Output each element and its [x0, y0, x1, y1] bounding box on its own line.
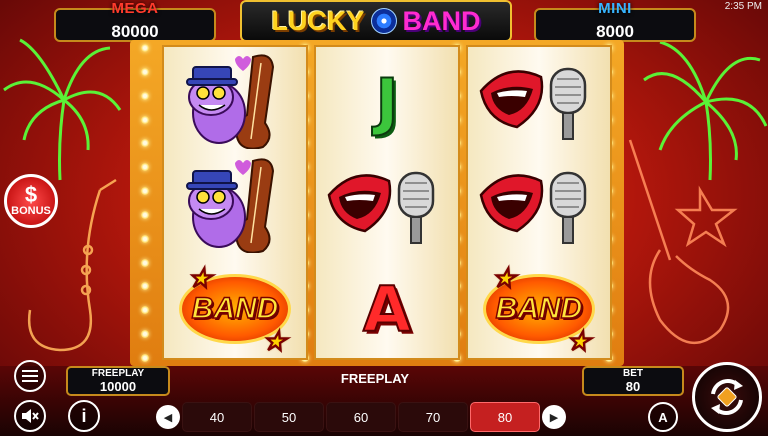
- star-icon: ★: [566, 325, 591, 357]
- mini-jackpot-panel: MINI 8000: [534, 0, 696, 42]
- hamburger-icon: [22, 370, 38, 382]
- frog-bassist-symbol: [164, 49, 306, 153]
- mega-jackpot-value: 80000: [111, 22, 159, 41]
- j-letter: J: [374, 64, 399, 139]
- vinyl-disc-icon: [370, 8, 397, 34]
- info-button[interactable]: i: [68, 400, 100, 432]
- band-symbol: ★ BAND ★: [468, 257, 610, 361]
- sound-toggle-button[interactable]: [14, 400, 46, 432]
- reel-1: ★ BAND ★: [162, 45, 308, 360]
- logo-word-band: BAND: [402, 5, 481, 36]
- lips-microphone-symbol: [316, 153, 458, 257]
- spin-button[interactable]: [692, 362, 762, 432]
- menu-button[interactable]: [14, 360, 46, 392]
- bet-option[interactable]: 50: [254, 402, 324, 432]
- bet-option[interactable]: 40: [182, 402, 252, 432]
- speaker-muted-icon: [22, 409, 39, 423]
- band-badge: ★ BAND ★: [483, 262, 595, 357]
- bonus-label: BONUS: [11, 205, 51, 217]
- bet-decrease-button[interactable]: ◀: [156, 405, 180, 429]
- lips-microphone-symbol: [468, 153, 610, 257]
- bulb-strip-left: [140, 44, 150, 362]
- freeplay-balance-box: FREEPLAY 10000: [66, 366, 170, 396]
- bet-increase-button[interactable]: ▶: [542, 405, 566, 429]
- frog-bassist-symbol: [164, 153, 306, 257]
- lips-microphone-symbol: [468, 49, 610, 153]
- reel-3: ★ BAND ★: [466, 45, 612, 360]
- frog-bassist-icon: [186, 158, 275, 253]
- info-icon: i: [81, 405, 87, 426]
- triangle-right-icon: ▶: [549, 411, 559, 424]
- game-logo: LUCKY BAND: [240, 0, 512, 42]
- bet-option[interactable]: 60: [326, 402, 396, 432]
- bet-value: 80: [625, 379, 641, 394]
- frog-bassist-icon: [186, 54, 275, 149]
- star-icon: ★: [262, 325, 287, 357]
- neon-palm-guitar-decoration: [628, 40, 768, 345]
- lips-microphone-icon: [479, 171, 587, 244]
- mini-jackpot-label: MINI: [598, 0, 632, 17]
- star-icon: ★: [491, 262, 516, 294]
- status-time: 2:35 PM: [724, 1, 762, 12]
- spin-arrows-icon: [711, 379, 743, 415]
- autoplay-icon: A: [658, 409, 668, 425]
- band-badge: ★ BAND ★: [179, 262, 291, 357]
- bet-option[interactable]: 70: [398, 402, 468, 432]
- mega-jackpot-panel: MEGA 80000: [54, 0, 216, 42]
- star-icon: ★: [187, 262, 212, 294]
- bet-box: BET 80: [582, 366, 684, 396]
- band-badge-text: BAND: [191, 291, 279, 326]
- band-badge-text: BAND: [495, 291, 583, 326]
- lips-microphone-icon: [479, 67, 587, 140]
- a-letter: A: [362, 272, 412, 347]
- mini-jackpot-value: 8000: [596, 22, 634, 41]
- reel-2: J A: [314, 45, 460, 360]
- a-symbol: A: [316, 257, 458, 361]
- lips-microphone-icon: [327, 171, 435, 244]
- dollar-icon: $: [24, 182, 38, 207]
- autoplay-button[interactable]: A: [648, 402, 678, 432]
- mega-jackpot-label: MEGA: [111, 0, 159, 17]
- bet-option-selected[interactable]: 80: [470, 402, 540, 432]
- bet-selector: ◀ 40 50 60 70 80 ▶: [156, 402, 566, 432]
- logo-word-lucky: LUCKY: [271, 5, 365, 36]
- mode-label: FREEPLAY: [340, 371, 410, 386]
- triangle-left-icon: ◀: [163, 411, 173, 424]
- freeplay-balance-value: 10000: [99, 379, 137, 394]
- bonus-button[interactable]: $ BONUS: [4, 174, 58, 228]
- j-symbol: J: [316, 49, 458, 153]
- band-symbol: ★ BAND ★: [164, 257, 306, 361]
